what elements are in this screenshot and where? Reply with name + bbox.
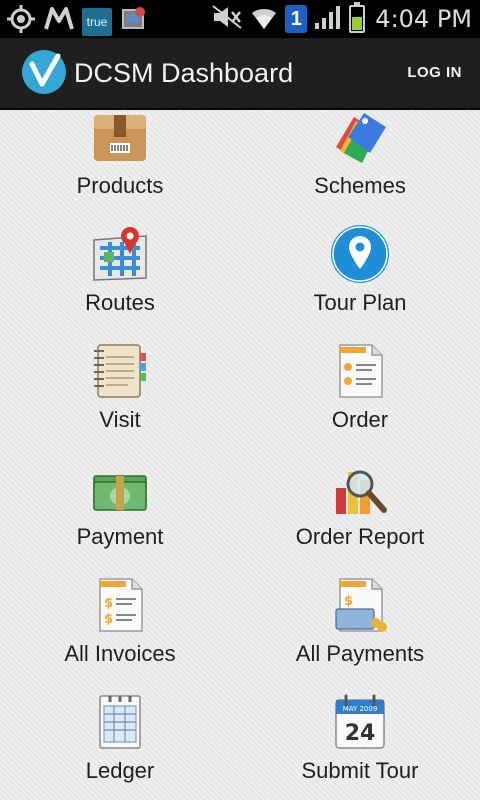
dcsm-logo-icon [22,50,66,94]
pay-card-icon: $ [335,578,387,632]
tile-products[interactable]: Products [0,110,240,218]
status-bar: true 1 4:04 PM [0,0,480,38]
tile-order[interactable]: Order [240,335,480,452]
tile-submit-tour[interactable]: MAY 2009 24 Submit Tour [240,686,480,800]
svg-text:$: $ [344,594,353,609]
photo-icon [120,5,148,38]
order-document-icon [339,344,383,398]
calendar-icon: MAY 2009 24 [335,694,385,749]
tile-label: Routes [85,290,155,315]
login-button[interactable]: LOG IN [407,64,462,81]
tile-label: Tour Plan [313,290,407,315]
action-bar: DCSM Dashboard LOG IN [0,38,480,110]
report-magnifier-icon [336,470,387,514]
invoice-icon: $ $ [99,578,143,632]
tile-label: Payment [76,524,164,549]
tile-label: Submit Tour [301,758,419,783]
true-app-icon: true [82,7,112,36]
tile-label: All Invoices [64,641,176,666]
tile-payment[interactable]: Payment [0,452,240,569]
tile-label: Order [331,407,389,432]
tile-label: Products [76,173,164,198]
tile-label: Visit [99,407,141,432]
notebook-icon [94,344,146,398]
battery-icon [349,2,366,33]
tile-schemes[interactable]: Schemes [240,110,480,218]
tile-visit[interactable]: Visit [0,335,240,452]
clock: 4:04 PM [375,5,472,33]
signal-icon [313,3,343,36]
tile-label: All Payments [295,641,425,666]
ledger-icon [99,695,141,749]
calendar-day: 24 [345,721,376,746]
svg-text:$: $ [104,612,113,627]
tile-ledger[interactable]: Ledger [0,686,240,800]
tile-label: Ledger [85,758,155,783]
tile-all-payments[interactable]: $ All Payments [240,569,480,686]
map-pin-icon [93,227,147,281]
money-icon [93,475,147,511]
package-icon [94,115,146,161]
dashboard-grid: Products Schemes Routes Tour Plan Visit … [0,110,480,800]
tile-tour-plan[interactable]: Tour Plan [240,218,480,335]
m-icon [44,7,74,36]
tile-routes[interactable]: Routes [0,218,240,335]
gps-icon [6,4,36,39]
tile-label: Order Report [295,524,425,549]
tile-all-invoices[interactable]: $ $ All Invoices [0,569,240,686]
calendar-month: MAY 2009 [343,705,378,713]
wifi-icon [249,3,279,36]
tags-icon [336,113,386,163]
mute-icon [211,4,243,35]
svg-text:$: $ [104,596,113,611]
sim-icon: 1 [285,5,308,33]
app-title: DCSM Dashboard [74,58,294,88]
dashboard-area: Products Schemes Routes Tour Plan Visit … [0,110,480,800]
location-pin-icon [331,225,389,283]
tile-order-report[interactable]: Order Report [240,452,480,569]
tile-label: Schemes [314,173,406,198]
